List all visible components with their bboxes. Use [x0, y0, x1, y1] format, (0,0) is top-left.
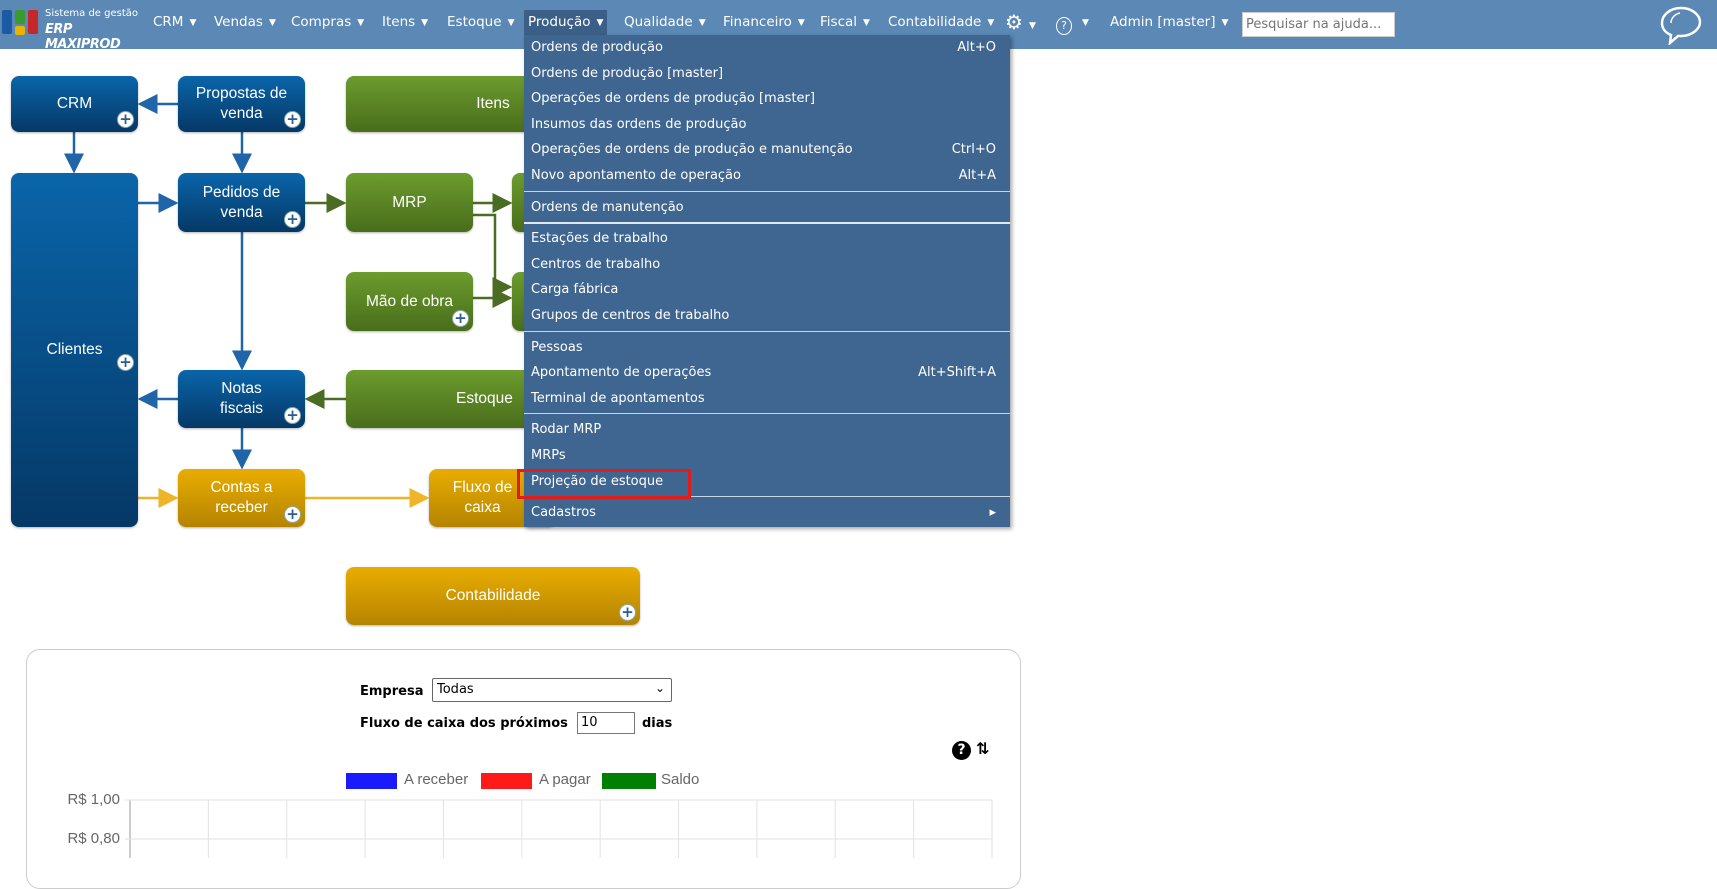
y-tick-label: R$ 1,00	[67, 791, 120, 808]
cash-flow-chart	[125, 799, 993, 858]
y-tick-label: R$ 0,80	[67, 830, 120, 847]
